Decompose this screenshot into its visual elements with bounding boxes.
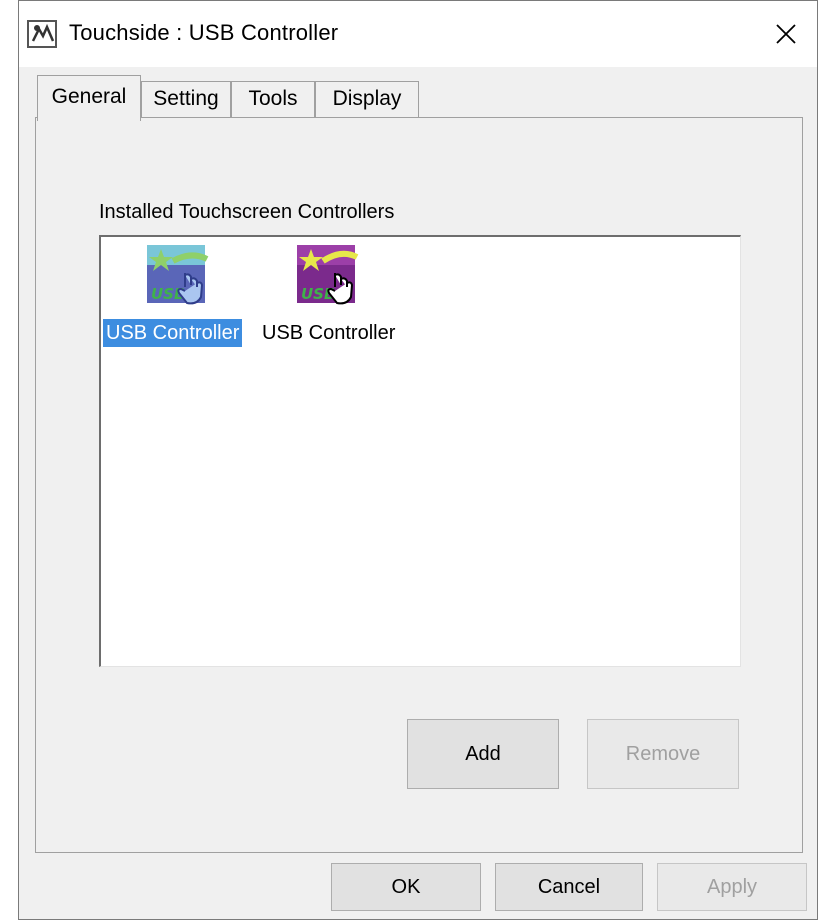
- remove-button[interactable]: Remove: [587, 719, 739, 789]
- usb-touch-controller-icon: USB: [295, 243, 361, 309]
- list-item-label: USB Controller: [262, 322, 396, 344]
- list-item-label: USB Controller: [103, 319, 243, 347]
- app-icon: [27, 19, 59, 51]
- usb-touch-controller-icon: USB: [145, 243, 211, 309]
- window-title: Touchside : USB Controller: [69, 20, 339, 45]
- list-item-usb-controller-1[interactable]: USB USB Controller: [103, 241, 253, 351]
- ok-button[interactable]: OK: [331, 863, 481, 911]
- tab-display[interactable]: Display: [315, 81, 419, 117]
- controllers-list[interactable]: USB USB Controller USB USB Controller: [99, 235, 741, 667]
- installed-controllers-label: Installed Touchscreen Controllers: [99, 201, 395, 223]
- properties-dialog: Touchside : USB Controller General Setti…: [18, 0, 818, 920]
- tab-setting[interactable]: Setting: [141, 81, 231, 117]
- tab-tools[interactable]: Tools: [231, 81, 315, 117]
- title-bar: Touchside : USB Controller: [19, 1, 817, 67]
- tab-general[interactable]: General: [37, 75, 141, 121]
- list-item-usb-controller-2[interactable]: USB USB Controller: [255, 241, 405, 351]
- cancel-button[interactable]: Cancel: [495, 863, 643, 911]
- close-button[interactable]: [755, 1, 817, 67]
- tab-panel-divider: [35, 117, 803, 118]
- close-icon: [776, 24, 796, 44]
- add-button[interactable]: Add: [407, 719, 559, 789]
- apply-button[interactable]: Apply: [657, 863, 807, 911]
- tab-strip: General Setting Tools Display: [37, 75, 807, 121]
